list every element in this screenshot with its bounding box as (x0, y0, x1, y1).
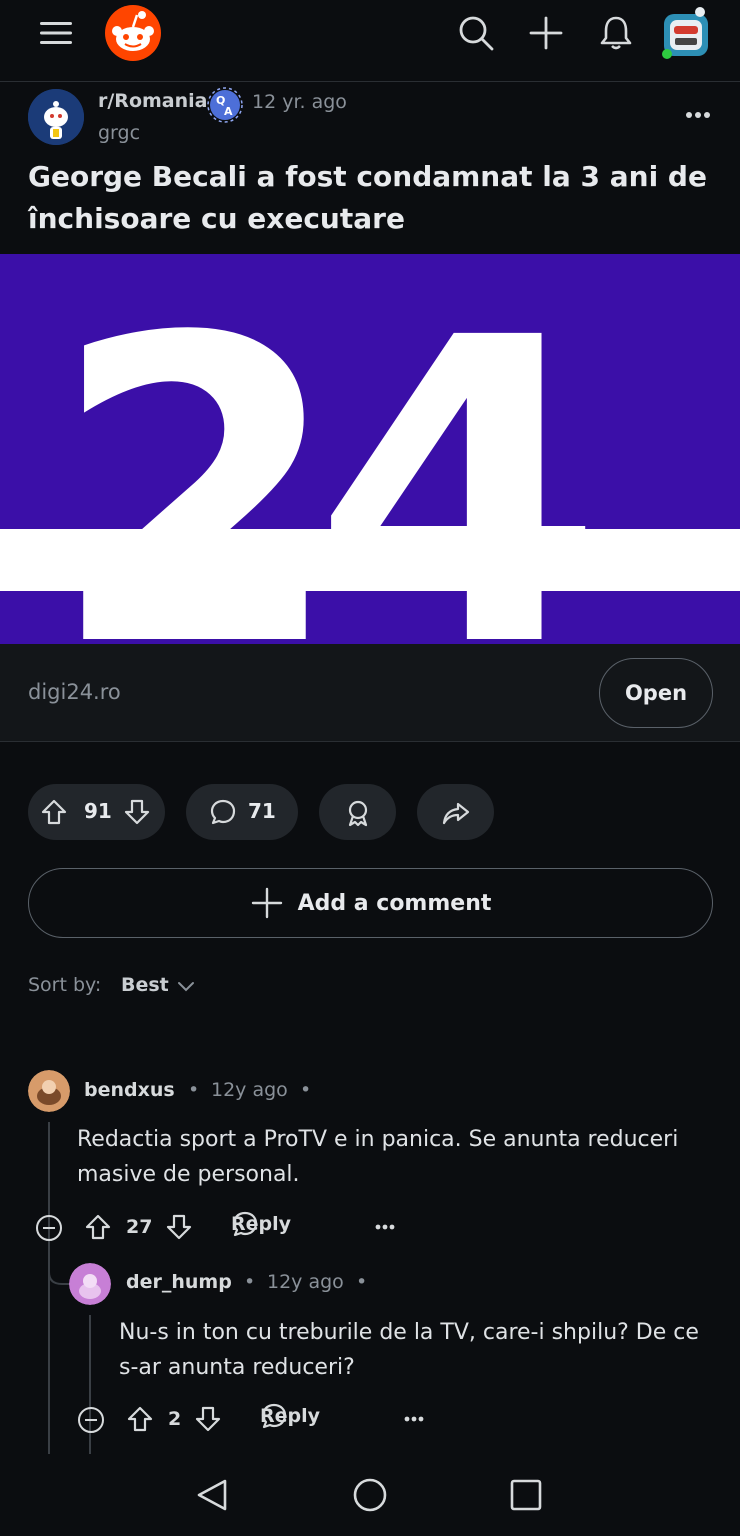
subreddit-avatar[interactable] (28, 89, 84, 145)
comment-meta-dot: • (188, 1079, 200, 1101)
add-comment-label: Add a comment (297, 890, 492, 916)
comment-bubble-icon (208, 798, 238, 826)
bell-icon[interactable] (597, 13, 635, 53)
comment-more-options-icon[interactable] (401, 1410, 427, 1428)
comment-bubble-icon (260, 1402, 288, 1430)
thread-line[interactable] (48, 1122, 50, 1454)
vote-pill: 91 (28, 784, 165, 840)
downvote-icon[interactable] (123, 798, 151, 826)
downvote-icon[interactable] (194, 1405, 222, 1433)
top-bar (0, 0, 740, 82)
qa-flair-icon: Q A (207, 87, 243, 123)
upvote-icon[interactable] (84, 1213, 112, 1241)
comment-meta-dot: • (244, 1271, 256, 1293)
user-avatar-icon[interactable] (660, 4, 714, 62)
upvote-icon[interactable] (40, 798, 68, 826)
subreddit-name[interactable]: r/Romania (98, 90, 207, 112)
upvote-icon[interactable] (126, 1405, 154, 1433)
reply-button[interactable]: Reply (260, 1402, 320, 1430)
post-more-options-icon[interactable] (680, 100, 716, 130)
create-post-plus-icon[interactable] (527, 14, 565, 52)
comment-meta-dot: • (300, 1079, 312, 1101)
award-icon (343, 798, 373, 828)
collapse-icon[interactable] (34, 1213, 64, 1243)
home-circle-icon[interactable] (351, 1476, 389, 1514)
comment-avatar[interactable] (28, 1070, 70, 1112)
reply-button[interactable]: Reply (231, 1210, 291, 1238)
sort-dropdown[interactable]: Best (121, 974, 169, 996)
post-time: 12 yr. ago (252, 91, 347, 113)
comments-pill[interactable]: 71 (186, 784, 298, 840)
post-author[interactable]: grgc (98, 122, 140, 144)
sort-label: Sort by: (28, 974, 102, 996)
post-vote-count: 91 (84, 799, 112, 823)
comment-more-options-icon[interactable] (372, 1218, 398, 1236)
link-domain[interactable]: digi24.ro (28, 680, 121, 704)
downvote-icon[interactable] (165, 1213, 193, 1241)
share-icon (441, 798, 471, 828)
comment-body: Nu-s in ton cu treburile de la TV, care-… (119, 1320, 699, 1380)
plus-icon (250, 886, 284, 920)
comment-bubble-icon (231, 1210, 259, 1238)
comment-vote-count: 27 (126, 1216, 153, 1238)
open-link-button[interactable]: Open (599, 658, 713, 728)
post-image[interactable]: 24 (0, 254, 740, 644)
search-icon[interactable] (456, 13, 496, 53)
award-pill[interactable] (319, 784, 396, 840)
comment-time: 12y ago (211, 1079, 288, 1101)
comment-body: Redactia sport a ProTV e in panica. Se a… (77, 1127, 679, 1187)
post-title[interactable]: George Becali a fost condamnat la 3 ani … (28, 156, 718, 240)
comment-username[interactable]: der_hump (126, 1271, 232, 1293)
reddit-logo-icon[interactable] (104, 4, 162, 62)
hero-image-digits: 24 (50, 254, 588, 644)
comment-avatar[interactable] (69, 1263, 111, 1305)
recent-apps-square-icon[interactable] (508, 1477, 544, 1513)
comment-meta-dot: • (356, 1271, 368, 1293)
share-pill[interactable] (417, 784, 494, 840)
comment-username[interactable]: bendxus (84, 1079, 175, 1101)
add-comment-button[interactable]: Add a comment (28, 868, 713, 938)
svg-text:A: A (224, 105, 233, 118)
system-navigation-bar (0, 1456, 740, 1536)
collapse-icon[interactable] (76, 1405, 106, 1435)
chevron-down-icon[interactable] (176, 978, 196, 996)
menu-icon[interactable] (36, 14, 76, 52)
comment-vote-count: 2 (168, 1408, 182, 1430)
post-comment-count: 71 (248, 799, 276, 823)
comment-time: 12y ago (267, 1271, 344, 1293)
back-triangle-icon[interactable] (193, 1476, 231, 1514)
